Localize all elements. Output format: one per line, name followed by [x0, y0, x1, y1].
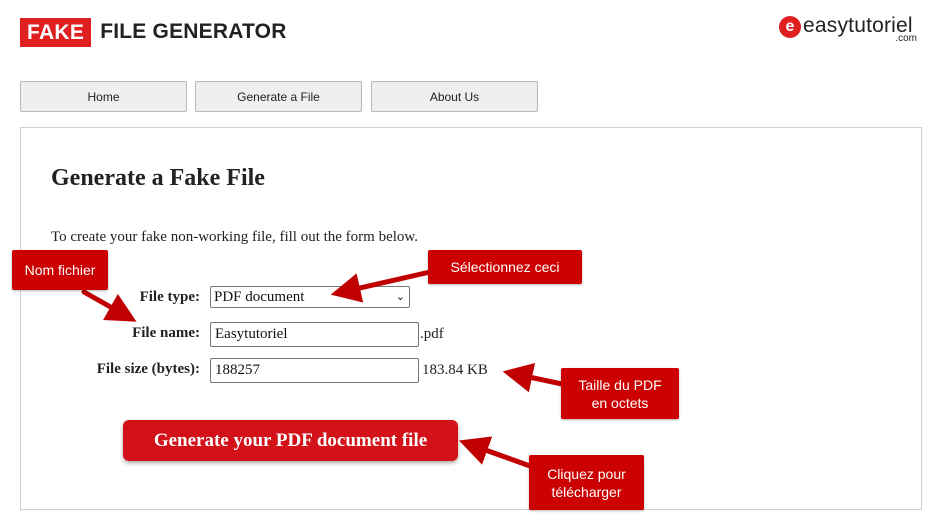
callout-taille: Taille du PDF en octets: [561, 368, 679, 419]
callout-cliquez: Cliquez pour télécharger: [529, 455, 644, 510]
arrow-to-file-size: [502, 362, 565, 393]
arrow-to-file-type: [330, 269, 433, 303]
arrow-to-generate: [458, 436, 533, 469]
arrow-to-file-name: [81, 289, 137, 322]
callout-nom-fichier: Nom fichier: [12, 250, 108, 290]
callout-selectionnez: Sélectionnez ceci: [428, 250, 582, 284]
